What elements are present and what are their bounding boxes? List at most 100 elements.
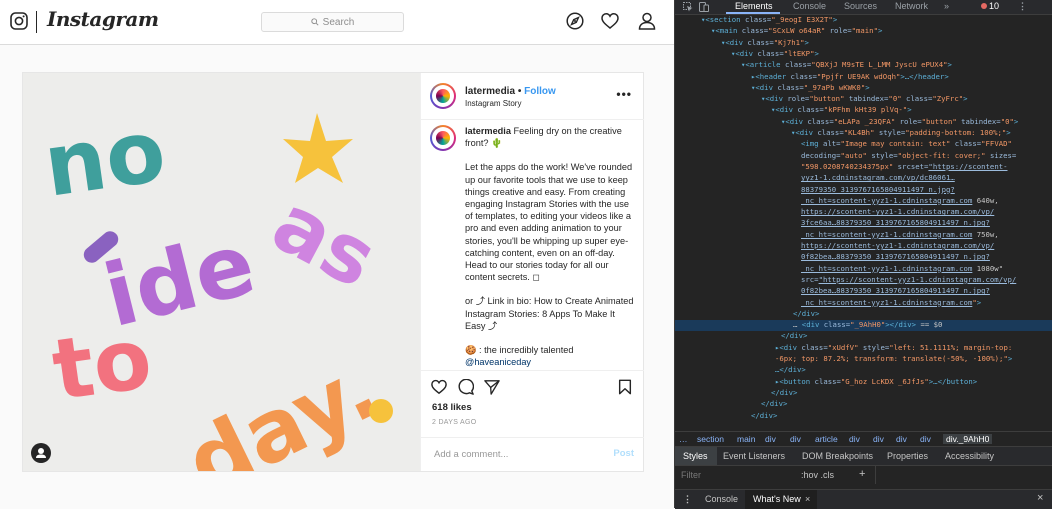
dom-line[interactable]: </div> <box>675 411 1052 421</box>
instagram-logo-icon[interactable] <box>10 12 28 30</box>
breadcrumb-item[interactable]: div <box>873 434 884 444</box>
device-toolbar-icon[interactable] <box>699 2 709 12</box>
error-count-badge[interactable]: 10 <box>981 1 999 11</box>
breadcrumb-item[interactable]: div <box>920 434 931 444</box>
post-timestamp[interactable]: 2 DAYS AGO <box>432 419 477 426</box>
dom-line[interactable]: yyz1-1.cdninstagram.com/vp/dc86061… <box>675 173 1052 183</box>
bookmark-icon[interactable] <box>617 379 633 395</box>
selected-dom-node[interactable]: … <div class="_9AhH0"></div> == $0 <box>675 320 1052 331</box>
dom-line[interactable]: ▾<div class="KL4Bh" style="padding-botto… <box>675 128 1052 138</box>
profile-icon[interactable] <box>638 12 656 30</box>
dom-line[interactable]: ▾<article class="QBXjJ M9sTE L_LMM JyscU… <box>675 60 1052 70</box>
tab-network[interactable]: Network <box>895 1 928 11</box>
more-options-icon[interactable]: ••• <box>616 87 632 101</box>
dom-line[interactable]: ▾<div class="_97aPb wKWK0"> <box>675 83 1052 93</box>
dom-line[interactable]: _nc_ht=scontent-yyz1-1.cdninstagram.com … <box>675 264 1052 274</box>
subtab-event-listeners[interactable]: Event Listeners <box>723 451 785 461</box>
dom-line[interactable]: 0f82bea…88379350_3139767165804911497_n.j… <box>675 252 1052 262</box>
dom-line[interactable]: ▸<header class="Ppjfr UE9AK wdOqh">…</he… <box>675 72 1052 82</box>
dom-line[interactable]: </div> <box>675 309 1052 319</box>
caption-avatar[interactable] <box>430 125 456 151</box>
dom-line[interactable]: <img alt="Image may contain: text" class… <box>675 139 1052 149</box>
dom-line[interactable]: ▾<div class="Kj7h1"> <box>675 38 1052 48</box>
close-drawer-icon[interactable]: × <box>1037 492 1043 504</box>
dom-line[interactable]: ▸<div class="xUdfV" style="left: 51.1111… <box>675 343 1052 353</box>
breadcrumb-item[interactable]: article <box>815 434 838 444</box>
dom-line[interactable]: ▸<button class="G_hoz LcKDX _6JfJs">…</b… <box>675 377 1052 387</box>
subtab-styles[interactable]: Styles <box>683 451 708 461</box>
dom-line[interactable]: "598.0208740234375px" srcset="https://sc… <box>675 162 1052 172</box>
post-comment-button[interactable]: Post <box>613 448 634 459</box>
dom-line[interactable]: _nc_ht=scontent-yyz1-1.cdninstagram.com"… <box>675 298 1052 308</box>
post-image[interactable]: no ide as to day. <box>23 73 420 471</box>
dom-token: ▸<button <box>775 376 815 386</box>
dom-line[interactable]: ▾<div class="eLAPa _23QFA" role="button"… <box>675 117 1052 127</box>
dom-line[interactable]: https://scontent-yyz1-1.cdninstagram.com… <box>675 241 1052 251</box>
close-tab-icon[interactable]: × <box>805 494 810 504</box>
dom-line[interactable]: </div> <box>675 388 1052 398</box>
dom-line[interactable]: 3fce6aa…88379350_3139767165804911497_n.j… <box>675 218 1052 228</box>
styles-filter-input[interactable] <box>679 469 793 481</box>
share-icon[interactable] <box>484 379 500 395</box>
dom-line[interactable]: ▾<div class="ltEKP"> <box>675 49 1052 59</box>
hov-cls-toggle[interactable]: :hov .cls <box>801 470 834 480</box>
compass-icon[interactable] <box>566 12 584 30</box>
dom-line[interactable]: -6px; top: 87.2%; transform: translate(-… <box>675 354 1052 364</box>
breadcrumb-item[interactable]: … <box>679 434 688 444</box>
settings-menu-icon[interactable]: ⋮ <box>1018 1 1027 12</box>
breadcrumb-item[interactable]: div._9AhH0 <box>943 434 993 444</box>
tab-elements[interactable]: Elements <box>735 1 773 11</box>
avatar[interactable] <box>430 83 456 109</box>
tagged-user-icon[interactable] <box>31 443 51 463</box>
dom-line[interactable]: 0f82bea…88379350_3139767165804911497_n.j… <box>675 286 1052 296</box>
drawer-tab-whats-new[interactable]: What's New <box>753 494 801 504</box>
dom-line[interactable]: </div> <box>675 399 1052 409</box>
tab-console[interactable]: Console <box>793 1 826 11</box>
subtab-accessibility[interactable]: Accessibility <box>945 451 994 461</box>
dom-line[interactable]: src="https://scontent-yyz1-1.cdninstagra… <box>675 275 1052 285</box>
dom-line[interactable]: _nc_ht=scontent-yyz1-1.cdninstagram.com … <box>675 196 1052 206</box>
dom-line[interactable]: ▾<div role="button" tabindex="0" class="… <box>675 94 1052 104</box>
subtab-properties[interactable]: Properties <box>887 451 928 461</box>
drawer-tab-console[interactable]: Console <box>705 494 738 504</box>
caption-username[interactable]: latermedia <box>465 126 511 136</box>
dom-line[interactable]: ▾<div class="kPFhm kHt39 plVq-"> <box>675 105 1052 115</box>
dom-line[interactable]: …</div> <box>675 365 1052 375</box>
heart-icon[interactable] <box>601 12 619 30</box>
dom-line[interactable]: ▾<section class="_9eogI E3X2T"> <box>675 15 1052 25</box>
breadcrumb-item[interactable]: div <box>849 434 860 444</box>
dom-line[interactable]: 88379350_3139767165804911497_n.jpg? <box>675 185 1052 195</box>
dom-line[interactable]: decoding="auto" style="object-fit: cover… <box>675 151 1052 161</box>
breadcrumb-item[interactable]: div <box>765 434 776 444</box>
tab-sources[interactable]: Sources <box>844 1 877 11</box>
dom-line[interactable]: _nc_ht=scontent-yyz1-1.cdninstagram.com … <box>675 230 1052 240</box>
breadcrumb-item[interactable]: div <box>896 434 907 444</box>
breadcrumb-item[interactable]: div <box>790 434 801 444</box>
dom-line[interactable]: ▾<main class="SCxLW o64aR" role="main"> <box>675 26 1052 36</box>
dom-line[interactable]: https://scontent-yyz1-1.cdninstagram.com… <box>675 207 1052 217</box>
inspect-element-icon[interactable] <box>683 2 693 12</box>
dom-token: "KL4Bh" <box>843 128 879 137</box>
instagram-wordmark[interactable]: Instagram <box>47 7 159 31</box>
more-tabs-button[interactable]: » <box>944 1 949 11</box>
new-style-rule-button[interactable]: + <box>859 468 865 480</box>
follow-button[interactable]: Follow <box>524 86 556 97</box>
dom-token: class= <box>797 105 824 115</box>
caption-mention-link[interactable]: @haveaniceday <box>465 357 531 367</box>
breadcrumb-item[interactable]: section <box>697 434 724 444</box>
comment-input[interactable] <box>432 448 596 461</box>
drawer-menu-icon[interactable]: ⋮ <box>683 494 692 505</box>
caption-scroll[interactable]: latermedia Feeling dry on the creative f… <box>421 119 644 369</box>
like-heart-icon[interactable] <box>431 379 447 395</box>
post-subtitle[interactable]: Instagram Story <box>465 99 521 108</box>
dom-tree[interactable]: ▾<section class="_9eogI E3X2T"> ▾<main cl… <box>675 15 1052 431</box>
search-input[interactable]: Search <box>261 12 404 32</box>
dom-token: 640w, <box>972 195 999 205</box>
dom-line[interactable]: </div> <box>675 331 1052 341</box>
breadcrumb-item[interactable]: main <box>737 434 755 444</box>
like-count[interactable]: 618 likes <box>432 402 472 413</box>
dom-token: ▸<header <box>751 71 791 81</box>
username-link[interactable]: latermedia <box>465 86 515 97</box>
comment-icon[interactable] <box>458 379 474 395</box>
subtab-dom-breakpoints[interactable]: DOM Breakpoints <box>802 451 873 461</box>
